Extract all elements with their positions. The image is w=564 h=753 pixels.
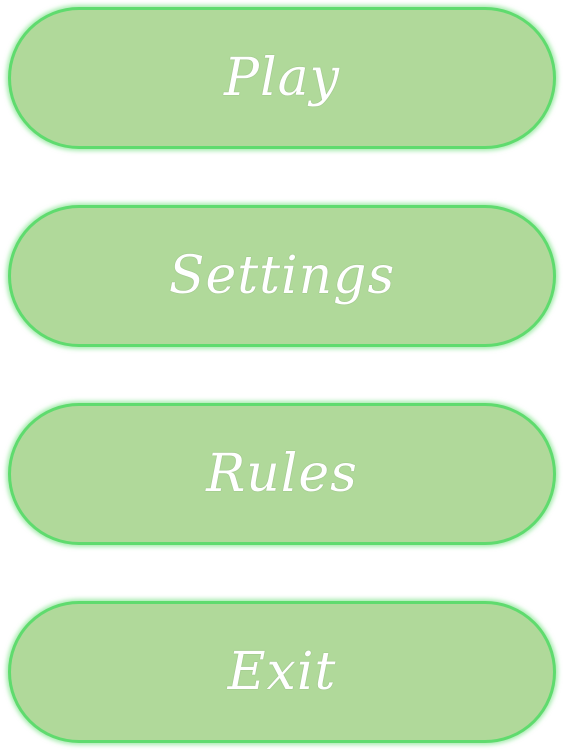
main-menu: Play Settings Rules Exit — [0, 0, 564, 753]
play-button-label: Play — [224, 48, 340, 108]
settings-button[interactable]: Settings — [8, 205, 556, 347]
exit-button-label: Exit — [227, 642, 337, 702]
play-button[interactable]: Play — [8, 7, 556, 149]
settings-button-label: Settings — [168, 246, 396, 306]
rules-button-label: Rules — [206, 444, 358, 504]
rules-button[interactable]: Rules — [8, 403, 556, 545]
exit-button[interactable]: Exit — [8, 601, 556, 743]
